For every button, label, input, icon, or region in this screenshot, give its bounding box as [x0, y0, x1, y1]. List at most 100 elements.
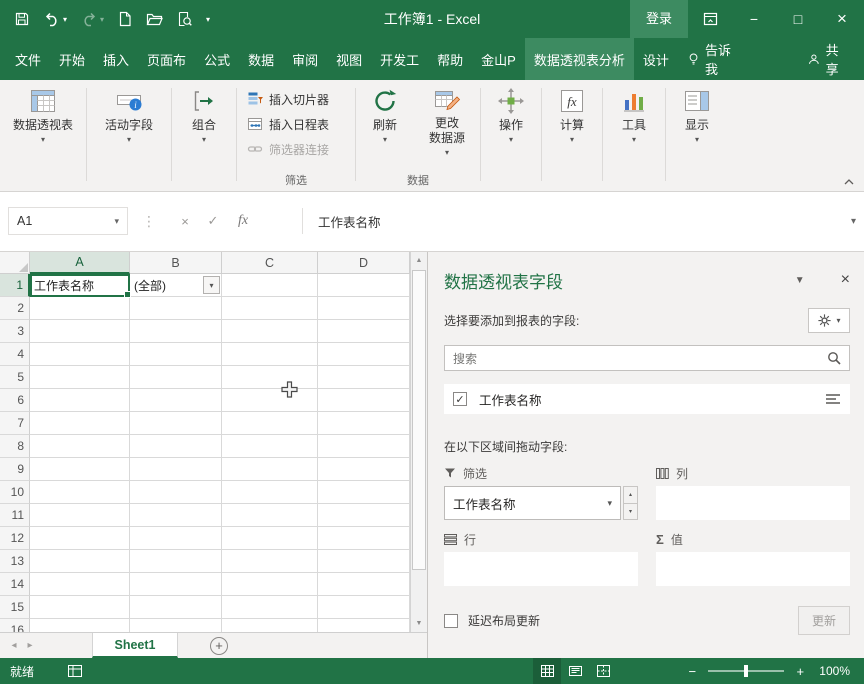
row-header-14[interactable]: 14: [0, 573, 30, 596]
page-filter-dropdown-button[interactable]: ▾: [203, 276, 220, 294]
sheet-nav-right-icon[interactable]: ▸: [22, 640, 38, 651]
tab-pivottable-analyze[interactable]: 数据透视表分析: [525, 38, 634, 80]
vertical-scrollbar[interactable]: ▲ ▼: [410, 252, 427, 632]
select-all-corner[interactable]: [0, 252, 30, 274]
ribbon-display-options-button[interactable]: [688, 0, 732, 38]
sheet-tab-sheet1[interactable]: Sheet1: [92, 633, 178, 658]
cell-B2[interactable]: [130, 297, 222, 320]
close-button[interactable]: ×: [820, 0, 864, 38]
formula-bar-splitter[interactable]: ⋮: [142, 207, 156, 235]
sign-in-button[interactable]: 登录: [630, 0, 688, 38]
insert-timeline-button[interactable]: 插入日程表: [247, 114, 329, 134]
cell-B3[interactable]: [130, 320, 222, 343]
tab-wps-pdf[interactable]: 金山P: [472, 38, 525, 80]
calculations-button[interactable]: fx 计算 ▾: [542, 80, 602, 144]
cell-A3[interactable]: [30, 320, 130, 343]
row-header-9[interactable]: 9: [0, 458, 30, 481]
cell-A1[interactable]: 工作表名称: [30, 274, 130, 297]
redo-button[interactable]: ▾: [81, 12, 104, 27]
cell-A16[interactable]: [30, 619, 130, 632]
cell-C14[interactable]: [222, 573, 318, 596]
row-header-5[interactable]: 5: [0, 366, 30, 389]
collapse-ribbon-button[interactable]: [844, 179, 854, 185]
cell-C9[interactable]: [222, 458, 318, 481]
pane-tools-button[interactable]: ▾: [808, 308, 850, 333]
cell-C16[interactable]: [222, 619, 318, 632]
spinner-up-button[interactable]: ▴: [623, 486, 638, 504]
cell-A15[interactable]: [30, 596, 130, 619]
tab-design[interactable]: 设计: [634, 38, 678, 80]
cell-A11[interactable]: [30, 504, 130, 527]
rows-drop-zone[interactable]: [444, 552, 638, 586]
cell-A2[interactable]: [30, 297, 130, 320]
defer-layout-checkbox[interactable]: [444, 614, 458, 628]
row-header-10[interactable]: 10: [0, 481, 30, 504]
tab-data[interactable]: 数据: [239, 38, 283, 80]
tab-view[interactable]: 视图: [327, 38, 371, 80]
cell-B16[interactable]: [130, 619, 222, 632]
cell-C3[interactable]: [222, 320, 318, 343]
active-field-button[interactable]: i 活动字段 ▾: [87, 80, 171, 144]
share-button[interactable]: 共享: [798, 40, 856, 78]
cell-D14[interactable]: [318, 573, 410, 596]
row-header-16[interactable]: 16: [0, 619, 30, 632]
row-header-4[interactable]: 4: [0, 343, 30, 366]
vertical-scrollbar-thumb[interactable]: [412, 270, 426, 570]
tab-file[interactable]: 文件: [6, 38, 50, 80]
actions-button[interactable]: 操作 ▾: [481, 80, 541, 144]
record-macro-button[interactable]: [68, 665, 82, 677]
pane-options-caret-icon[interactable]: ▼: [795, 275, 805, 286]
cell-B5[interactable]: [130, 366, 222, 389]
cell-B8[interactable]: [130, 435, 222, 458]
cell-B13[interactable]: [130, 550, 222, 573]
maximize-button[interactable]: □: [776, 0, 820, 38]
update-button[interactable]: 更新: [798, 606, 850, 635]
enter-entry-button[interactable]: ✓: [200, 207, 226, 235]
row-header-12[interactable]: 12: [0, 527, 30, 550]
scroll-down-arrow-icon[interactable]: ▼: [411, 615, 427, 632]
cell-D4[interactable]: [318, 343, 410, 366]
cell-C4[interactable]: [222, 343, 318, 366]
field-search-input[interactable]: 搜索: [444, 345, 850, 371]
cell-B7[interactable]: [130, 412, 222, 435]
tab-insert[interactable]: 插入: [94, 38, 138, 80]
cell-C1[interactable]: [222, 274, 318, 297]
field-checkbox[interactable]: ✓: [453, 392, 467, 406]
column-header-b[interactable]: B: [130, 252, 222, 274]
tab-review[interactable]: 审阅: [283, 38, 327, 80]
save-button[interactable]: [14, 11, 30, 27]
cancel-entry-button[interactable]: ×: [172, 207, 198, 235]
refresh-button[interactable]: 刷新 ▾: [356, 80, 414, 144]
tab-developer[interactable]: 开发工: [371, 38, 428, 80]
new-sheet-button[interactable]: +: [210, 637, 228, 655]
field-list-item[interactable]: ✓ 工作表名称: [444, 384, 850, 414]
name-box[interactable]: A1 ▾: [8, 207, 128, 235]
cell-D12[interactable]: [318, 527, 410, 550]
column-header-c[interactable]: C: [222, 252, 318, 274]
cell-A10[interactable]: [30, 481, 130, 504]
new-document-button[interactable]: [118, 11, 132, 27]
cell-D5[interactable]: [318, 366, 410, 389]
cell-C11[interactable]: [222, 504, 318, 527]
row-header-7[interactable]: 7: [0, 412, 30, 435]
cell-D3[interactable]: [318, 320, 410, 343]
column-header-a[interactable]: A: [30, 252, 130, 274]
zoom-slider-thumb[interactable]: [744, 665, 748, 677]
cell-D11[interactable]: [318, 504, 410, 527]
scroll-up-arrow-icon[interactable]: ▲: [411, 252, 427, 269]
cell-A6[interactable]: [30, 389, 130, 412]
cell-B14[interactable]: [130, 573, 222, 596]
cell-C8[interactable]: [222, 435, 318, 458]
cell-A12[interactable]: [30, 527, 130, 550]
row-header-8[interactable]: 8: [0, 435, 30, 458]
cell-C13[interactable]: [222, 550, 318, 573]
zoom-slider[interactable]: [708, 670, 784, 672]
cell-C10[interactable]: [222, 481, 318, 504]
filters-drop-zone[interactable]: 工作表名称 ▾ ▴ ▾: [444, 486, 638, 520]
cell-D2[interactable]: [318, 297, 410, 320]
zoom-in-button[interactable]: +: [791, 664, 809, 679]
cell-B4[interactable]: [130, 343, 222, 366]
spinner-down-button[interactable]: ▾: [623, 504, 638, 521]
cell-B6[interactable]: [130, 389, 222, 412]
show-button[interactable]: 显示 ▾: [666, 80, 728, 144]
